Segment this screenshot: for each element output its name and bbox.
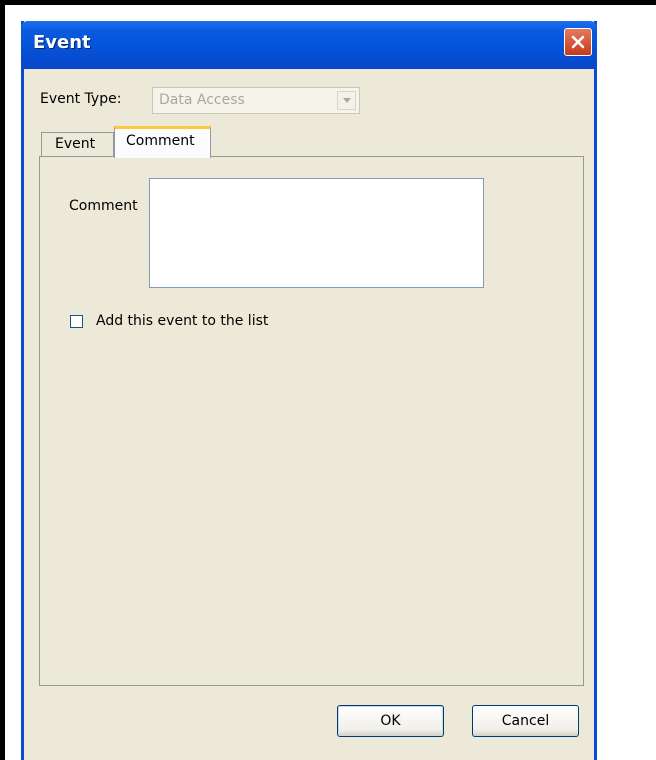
- add-to-list-label[interactable]: Add this event to the list: [96, 313, 268, 329]
- event-type-value: Data Access: [159, 92, 245, 108]
- chevron-down-icon: [343, 98, 351, 103]
- event-type-label: Event Type:: [40, 91, 122, 107]
- title-bar[interactable]: Event: [21, 21, 597, 69]
- tab-event[interactable]: Event: [41, 132, 114, 156]
- cancel-button[interactable]: Cancel: [472, 705, 579, 737]
- event-type-dropdown-button[interactable]: [337, 91, 356, 110]
- event-type-select[interactable]: Data Access: [152, 87, 360, 114]
- ok-button[interactable]: OK: [337, 705, 444, 737]
- comment-label: Comment: [69, 198, 138, 214]
- window-title: Event: [33, 32, 91, 53]
- comment-textarea[interactable]: [149, 178, 484, 288]
- tab-comment[interactable]: Comment: [114, 126, 211, 158]
- close-icon: [571, 35, 585, 49]
- background-frame-top: [0, 0, 656, 5]
- background-frame-left: [0, 0, 5, 760]
- tab-comment-label: Comment: [126, 133, 195, 149]
- add-to-list-checkbox[interactable]: [70, 315, 83, 328]
- tab-event-label: Event: [55, 136, 96, 152]
- close-button[interactable]: [564, 28, 592, 56]
- event-dialog: Event Event Type: Data Access Event Comm…: [21, 21, 597, 760]
